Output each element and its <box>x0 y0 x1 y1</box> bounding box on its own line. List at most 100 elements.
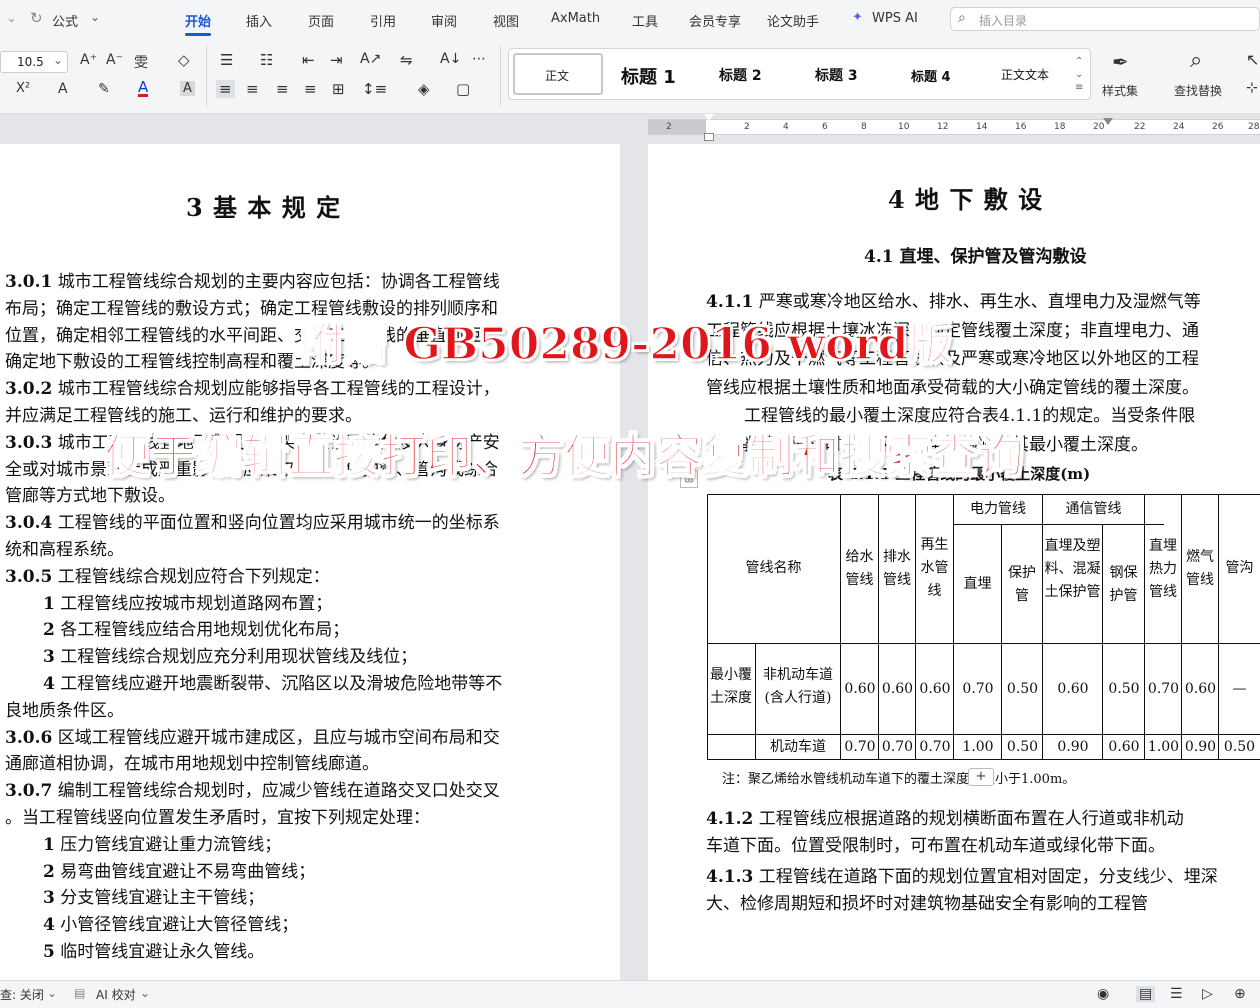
clause-number: 3.0.7 <box>5 781 53 802</box>
style-gallery: 正文 标题 1 标题 2 标题 3 标题 4 正文文本 ⌃ ⌄ ≡ <box>508 48 1091 100</box>
clause-text: 工程管线应按城市规划道路网布置； <box>54 593 333 614</box>
text-line: 3 工程管线综合规划应充分利用现状管线及线位； <box>43 645 417 669</box>
chevron-down-icon[interactable]: ⌄ <box>90 10 100 24</box>
line-spacing-icon[interactable]: ↕≡ <box>362 80 387 98</box>
header-reclaimed: 再生水管线 <box>920 537 949 599</box>
globe-icon[interactable]: ⊕ <box>1234 986 1246 1002</box>
table-cell: 0.70 <box>962 681 994 697</box>
table-cell: 0.90 <box>1057 739 1089 755</box>
superscript-icon[interactable]: X² <box>16 81 30 96</box>
tab-page[interactable]: 页面 <box>308 11 334 30</box>
outline-view-icon[interactable]: ☰ <box>1170 986 1183 1002</box>
horizontal-ruler[interactable]: 2 2 4 6 8 10 12 14 16 18 20 22 24 26 28 <box>648 118 1260 135</box>
formula-dropdown[interactable]: 公式 <box>52 11 78 30</box>
style-set-button[interactable]: 样式集 <box>1102 82 1138 99</box>
play-icon[interactable]: ▷ <box>1202 986 1213 1002</box>
document-page-right[interactable]: 4 地 下 敷 设 4.1 直埋、保护管及管沟敷设 4.1.1 严寒或寒冷地区给… <box>648 144 1260 980</box>
numbered-list-icon[interactable]: ☷ <box>260 51 273 69</box>
style-set-icon: ✒ <box>1112 50 1129 74</box>
text-line: 良地质条件区。 <box>5 699 124 723</box>
tab-tools[interactable]: 工具 <box>632 11 658 30</box>
justify-icon[interactable]: ≡ <box>304 80 317 98</box>
text-line: 。当工程管线竖向位置发生矛盾时，宜按下列规定处理： <box>5 806 430 830</box>
align-center-icon[interactable]: ≡ <box>246 80 259 98</box>
chevron-down-icon: ⌄ <box>53 53 64 67</box>
shading-icon[interactable]: ◈ <box>418 80 430 98</box>
tab-wps-ai[interactable]: WPS AI <box>872 11 918 26</box>
clause-text: 良地质条件区。 <box>5 700 124 721</box>
convert-icon[interactable]: ⇋ <box>400 51 413 69</box>
font-color-icon[interactable]: A <box>138 80 149 97</box>
search-icon: ⌕ <box>958 10 966 26</box>
tab-reference[interactable]: 引用 <box>370 11 396 30</box>
chevron-down-icon[interactable]: ⌄ <box>140 986 150 1000</box>
decrease-indent-icon[interactable]: ⇤ <box>302 51 315 69</box>
search-input[interactable]: ⌕ 插入目录 <box>950 7 1260 31</box>
text-effect-icon[interactable]: A <box>58 81 68 97</box>
undo-icon[interactable]: ⌄ <box>6 11 17 26</box>
sort-icon[interactable]: A↓ <box>440 51 461 67</box>
text-line: 3.0.4 工程管线的平面位置和竖向位置均应采用城市统一的坐标系 <box>5 511 500 535</box>
left-indent-marker[interactable] <box>704 114 714 144</box>
text-line: 管线应根据土壤性质和地面承受荷载的大小确定管线的覆土深度。 <box>706 376 1199 400</box>
document-page-left[interactable]: 3 基 本 规 定 3.0.1 城市工程管线综合规划的主要内容应包括：协调各工程… <box>0 144 620 980</box>
text-line: 2 各工程管线应结合用地规划优化布局； <box>43 618 349 642</box>
style-body-text[interactable]: 正文文本 <box>1001 66 1049 83</box>
clause-number: 2 <box>43 861 55 882</box>
text-line: 4.1.3 工程管线在道路下面的规划位置宜相对固定，分支线少、埋深 <box>706 865 1218 889</box>
clause-text: 区域工程管线应避开城市建成区，且应与城市空间布局和交 <box>52 727 500 748</box>
right-indent-marker[interactable] <box>1103 118 1113 125</box>
pinyin-guide[interactable]: 雯 <box>134 52 148 72</box>
table-cell: 0.60 <box>919 681 951 697</box>
table-cell: 0.70 <box>1147 681 1180 697</box>
row-label-motor: 机动车道 <box>770 739 826 755</box>
gallery-scroll-icon[interactable]: ⌃ ⌄ ≡ <box>1075 55 1083 94</box>
clause-text: 压力管线宜避让重力流管线； <box>54 834 282 855</box>
text-line: 1 工程管线应按城市规划道路网布置； <box>43 592 332 616</box>
grow-font-icon[interactable]: A⁺ <box>80 52 97 68</box>
tab-view[interactable]: 视图 <box>493 11 519 30</box>
eye-icon[interactable]: ◉ <box>1097 986 1109 1002</box>
increase-indent-icon[interactable]: ⇥ <box>330 51 343 69</box>
table-grid <box>707 494 1260 760</box>
add-row-icon[interactable]: + <box>968 768 994 786</box>
header-water: 给水管线 <box>845 549 874 588</box>
bullet-list-icon[interactable]: ☰ <box>220 51 233 69</box>
text-line: 大、检修周期短和损坏时对建筑物基础安全有影响的工程管 <box>706 892 1148 916</box>
tab-member[interactable]: 会员专享 <box>689 11 741 30</box>
tab-start[interactable]: 开始 <box>185 11 211 30</box>
text-line: 5 临时管线宜避让永久管线。 <box>43 940 264 964</box>
chevron-down-icon[interactable]: ⌄ <box>47 986 57 1000</box>
text-direction-icon[interactable]: A↗ <box>360 51 381 67</box>
tab-review[interactable]: 审阅 <box>431 11 457 30</box>
shrink-font-icon[interactable]: A⁻ <box>106 52 123 68</box>
align-right-icon[interactable]: ≡ <box>276 80 289 98</box>
find-replace-button[interactable]: 查找替换 <box>1174 82 1222 99</box>
ai-proofread-button[interactable]: AI 校对 <box>96 986 136 1003</box>
tab-thesis[interactable]: 论文助手 <box>767 11 819 30</box>
clear-format-icon[interactable]: ◇ <box>178 51 190 69</box>
char-shading-icon[interactable]: A <box>180 81 195 96</box>
style-heading-4[interactable]: 标题 4 <box>911 66 951 85</box>
spellcheck-toggle[interactable]: 查: 关闭 <box>0 986 44 1003</box>
style-normal[interactable]: 正文 <box>513 53 603 95</box>
distribute-icon[interactable]: ⊞ <box>332 80 345 98</box>
style-heading-2[interactable]: 标题 2 <box>719 65 762 85</box>
font-size-select[interactable]: 10.5 ⌄ <box>0 51 68 73</box>
align-left-icon[interactable]: ≡ <box>216 80 235 98</box>
promo-line-1: 附赠 GB50289-2016 word版 <box>299 318 953 371</box>
more-icon[interactable]: ⊹ <box>1246 80 1258 96</box>
style-heading-1[interactable]: 标题 1 <box>621 63 676 89</box>
show-marks-icon[interactable]: ⋯ <box>472 51 486 67</box>
text-line: 管廊等方式地下敷设。 <box>5 484 175 508</box>
border-icon[interactable]: ▢ <box>456 80 470 98</box>
redo-icon[interactable]: ↻ <box>30 9 43 27</box>
select-icon[interactable]: ↖ <box>1246 50 1259 69</box>
page-view-icon[interactable]: ▤ <box>1136 986 1156 1002</box>
tab-axmath[interactable]: AxMath <box>551 11 600 26</box>
highlight-icon[interactable]: ✎ <box>98 81 110 97</box>
style-heading-3[interactable]: 标题 3 <box>815 65 858 85</box>
section-heading: 4.1 直埋、保护管及管沟敷设 <box>864 247 1087 267</box>
separator <box>500 46 501 106</box>
tab-insert[interactable]: 插入 <box>246 11 272 30</box>
